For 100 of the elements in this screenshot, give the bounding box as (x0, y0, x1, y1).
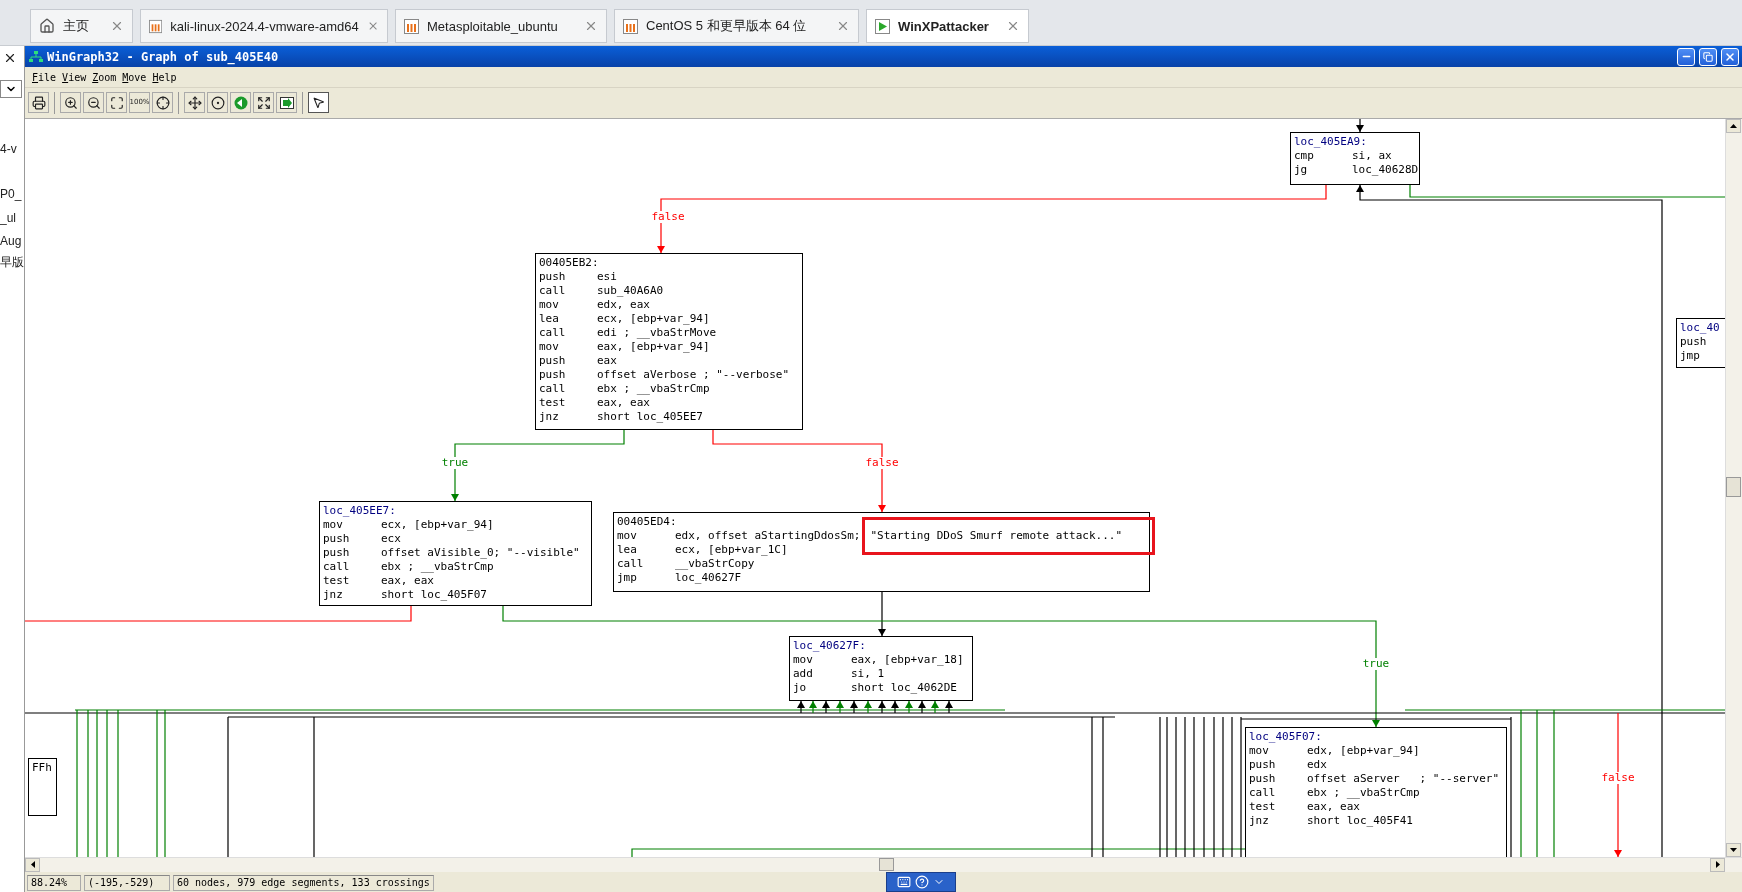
instruction-mnemonic: add (793, 666, 814, 681)
instruction-mnemonic: push (323, 531, 351, 546)
browser-tab[interactable]: WinXPattacker (866, 9, 1029, 43)
back-button[interactable] (230, 92, 251, 114)
browser-tab[interactable]: Metasploitable_ubuntu (395, 9, 607, 43)
browser-tab[interactable]: kali-linux-2024.4-vmware-amd64 (140, 9, 388, 43)
menu-item[interactable]: Help (149, 71, 180, 83)
block-label: loc_40 (1680, 320, 1720, 335)
instruction-operands: offset aVerbose ; "--verbose" (597, 367, 790, 382)
status-field: 60 nodes, 979 edge segments, 133 crossings (173, 875, 434, 891)
instruction-operands: short loc_405F41 (1307, 813, 1413, 828)
instruction-mnemonic: jnz (539, 409, 560, 424)
minimize-button[interactable] (1677, 47, 1695, 66)
vertical-scrollbar[interactable] (1725, 118, 1742, 857)
instruction-operands: __vbaStrCopy (675, 556, 755, 571)
instruction-operands: edi ; __vbaStrMove (597, 325, 717, 340)
instruction-operands: eax, eax (381, 573, 434, 588)
instruction-operands: loc_40628D (1352, 162, 1419, 177)
browser-tab[interactable]: CentOS 5 和更早版本 64 位 (614, 9, 859, 43)
instruction-operands: edx, eax (597, 297, 650, 312)
panel-text: 4-v (0, 142, 17, 156)
block-label: 00405EB2: (539, 255, 599, 270)
instruction-mnemonic: push (1680, 334, 1708, 349)
instruction-mnemonic: jmp (1680, 348, 1701, 363)
home-icon (39, 18, 55, 34)
window-title: WinGraph32 - Graph of sub_405E40 (47, 49, 280, 64)
instruction-mnemonic: push (539, 353, 567, 368)
instruction-operands: si, 1 (851, 666, 885, 681)
instruction-mnemonic: call (617, 556, 645, 571)
scroll-thumb[interactable] (879, 857, 894, 871)
up-arrow-icon[interactable] (1730, 123, 1737, 128)
instruction-operands: si, ax (1352, 148, 1392, 163)
instruction-operands: ebx ; __vbaStrCmp (381, 559, 494, 574)
play-icon (875, 18, 890, 34)
instruction-operands: eax (597, 353, 617, 368)
instruction-operands: short loc_4062DE (851, 680, 957, 695)
instruction-mnemonic: push (1249, 757, 1277, 772)
instruction-operands: eax, [ebp+var_94] (597, 339, 710, 354)
instruction-operands: ebx ; __vbaStrCmp (597, 381, 710, 396)
edge-label: false (1600, 771, 1636, 784)
instruction-mnemonic: push (539, 367, 567, 382)
edge-label: false (650, 210, 686, 223)
instruction-mnemonic: call (539, 283, 567, 298)
instruction-operands: ecx (381, 531, 401, 546)
instruction-mnemonic: push (539, 269, 567, 284)
instruction-mnemonic: mov (323, 517, 344, 532)
scroll-thumb[interactable] (1726, 476, 1741, 497)
dropdown-button[interactable] (0, 80, 22, 98)
instruction-mnemonic: jmp (617, 570, 638, 585)
block-label: FFh (32, 760, 52, 775)
edge-label: true (1361, 657, 1391, 670)
instruction-mnemonic: mov (539, 297, 560, 312)
down-arrow-icon[interactable] (1730, 847, 1737, 852)
instruction-operands: edx, offset aStartingDdosSm; (675, 528, 861, 543)
instruction-mnemonic: test (1249, 799, 1277, 814)
block-label: loc_405EE7: (323, 503, 396, 518)
instruction-mnemonic: mov (1249, 743, 1270, 758)
menu-item[interactable]: Zoom (89, 71, 120, 83)
left-arrow-icon[interactable] (30, 861, 35, 869)
vm-icon (404, 18, 419, 34)
instruction-mnemonic: jo (793, 680, 808, 695)
browser-tab[interactable]: 主页 (30, 9, 133, 43)
instruction-operands: short loc_405EE7 (597, 409, 703, 424)
panel-text: Aug (0, 234, 22, 248)
right-arrow-icon[interactable] (1715, 861, 1720, 869)
instruction-mnemonic: lea (617, 542, 638, 557)
block-label: loc_40627F: (793, 638, 866, 653)
instruction-mnemonic: push (323, 545, 351, 560)
instruction-mnemonic: jnz (1249, 813, 1270, 828)
highlighted-string: "Starting DDoS Smurf remote attack..." (862, 516, 1156, 555)
instruction-mnemonic: mov (539, 339, 560, 354)
instruction-mnemonic: lea (539, 311, 560, 326)
instruction-operands: ecx, [ebp+var_1C] (675, 542, 788, 557)
close-icon[interactable] (3, 51, 17, 65)
instruction-operands: loc_40627F (675, 570, 742, 585)
forward-button[interactable] (276, 92, 297, 114)
edge-label: false (864, 456, 900, 469)
instruction-mnemonic: call (539, 381, 567, 396)
panel-text: _ul (0, 211, 16, 225)
graph-tree-icon (29, 50, 43, 63)
instruction-operands: ebx ; __vbaStrCmp (1307, 785, 1420, 800)
edge-label: true (440, 456, 470, 469)
restore-button[interactable] (1699, 47, 1717, 66)
panel-text: 早版 (0, 254, 24, 271)
instruction-operands: sub_40A6A0 (597, 283, 664, 298)
instruction-mnemonic: call (1249, 785, 1277, 800)
menu-item[interactable]: View (59, 71, 90, 83)
instruction-mnemonic: test (539, 395, 567, 410)
menu-item[interactable]: Move (119, 71, 150, 83)
instruction-operands: esi (597, 269, 617, 284)
instruction-mnemonic: jnz (323, 587, 344, 602)
help-icon[interactable] (915, 875, 929, 889)
instruction-operands: eax, eax (1307, 799, 1360, 814)
instruction-operands: edx (1307, 757, 1327, 772)
instruction-operands: edx, [ebp+var_94] (1307, 743, 1420, 758)
menu-item[interactable]: File (29, 71, 60, 83)
keyboard-icon[interactable] (897, 875, 911, 889)
instruction-mnemonic: call (323, 559, 351, 574)
status-field: 88.24% (27, 875, 81, 891)
restore-icon[interactable] (1703, 51, 1713, 62)
